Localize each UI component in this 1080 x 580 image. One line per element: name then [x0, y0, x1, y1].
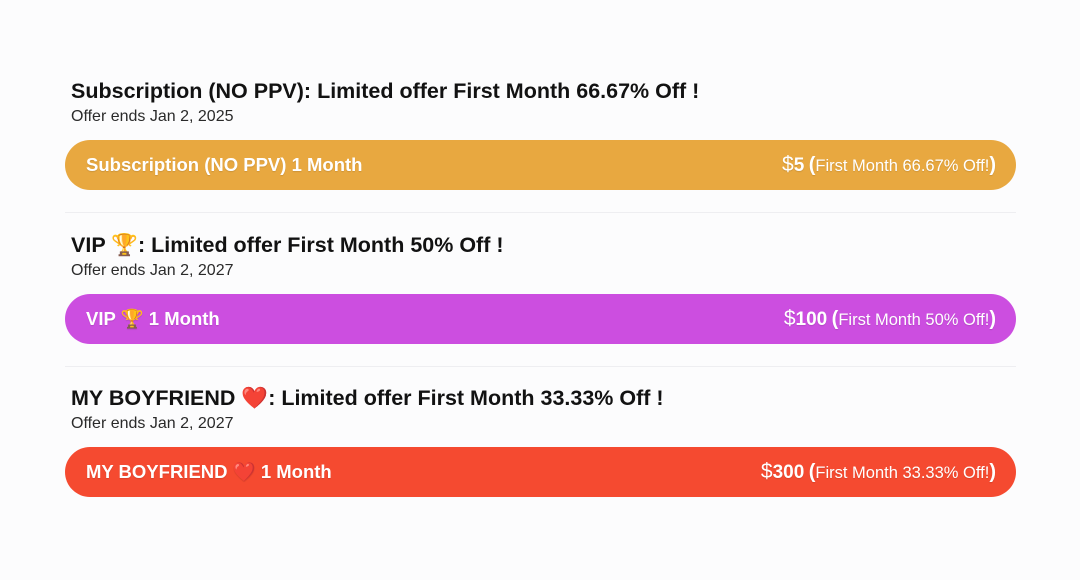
plan-label: VIP 🏆 1 Month: [86, 308, 220, 329]
offer-expiry: Offer ends Jan 2, 2027: [71, 415, 234, 432]
paren-close: ): [989, 461, 996, 483]
paren-close: ): [989, 154, 996, 176]
plan-price: $5 (First Month 66.67% Off!): [782, 153, 996, 179]
paren-close: ): [989, 308, 996, 330]
subscribe-button-subscription[interactable]: Subscription (NO PPV) 1 Month $5 (First …: [65, 140, 1016, 190]
currency-symbol: $: [782, 153, 794, 176]
subscription-offers-list: Subscription (NO PPV): Limited offer Fir…: [0, 0, 1080, 580]
currency-symbol: $: [760, 460, 773, 483]
price-amount: 100: [795, 309, 828, 330]
currency-symbol: $: [783, 307, 796, 330]
divider: [65, 212, 1016, 213]
discount-text: First Month 66.67% Off!: [815, 157, 990, 175]
divider: [65, 366, 1016, 367]
offer-title: MY BOYFRIEND ❤️: Limited offer First Mon…: [71, 386, 664, 410]
price-amount: 5: [793, 155, 805, 176]
discount-text: First Month 50% Off!: [838, 311, 990, 329]
subscribe-button-vip[interactable]: VIP 🏆 1 Month $100 (First Month 50% Off!…: [65, 294, 1016, 344]
plan-label: Subscription (NO PPV) 1 Month: [86, 154, 363, 175]
offer-expiry: Offer ends Jan 2, 2027: [71, 262, 234, 279]
price-amount: 300: [772, 462, 805, 483]
offer-title: VIP 🏆: Limited offer First Month 50% Off…: [71, 233, 504, 257]
subscribe-button-my-boyfriend[interactable]: MY BOYFRIEND ❤️ 1 Month $300 (First Mont…: [65, 447, 1016, 497]
offer-expiry: Offer ends Jan 2, 2025: [71, 108, 234, 125]
offer-title: Subscription (NO PPV): Limited offer Fir…: [71, 79, 700, 103]
plan-label: MY BOYFRIEND ❤️ 1 Month: [86, 461, 332, 482]
discount-text: First Month 33.33% Off!: [815, 464, 990, 482]
plan-price: $300 (First Month 33.33% Off!): [761, 460, 996, 486]
plan-price: $100 (First Month 50% Off!): [784, 307, 996, 333]
